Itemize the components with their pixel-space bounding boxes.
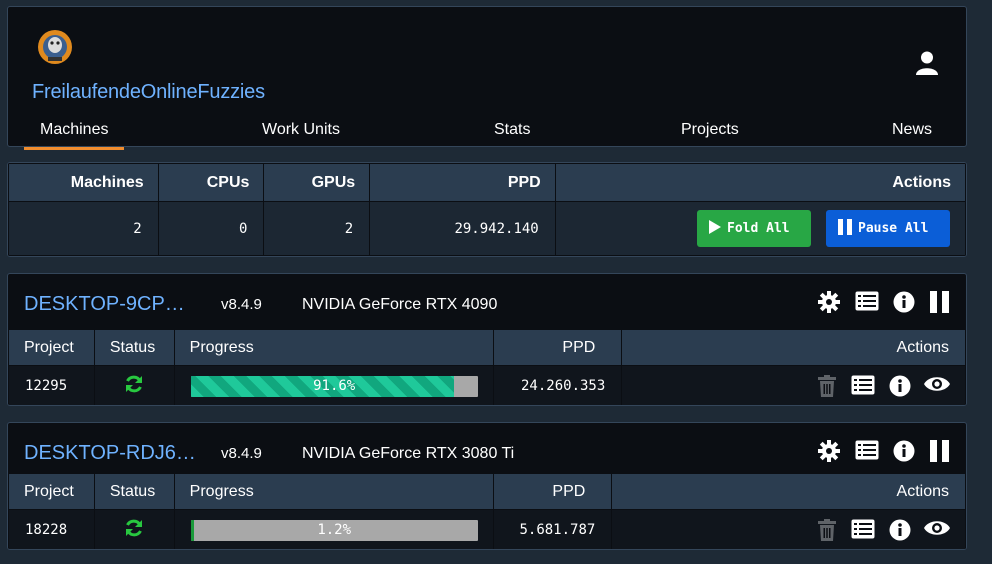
trash-icon[interactable] [818,519,838,541]
summary-panel: Machines CPUs GPUs PPD Actions 2 0 2 29.… [7,162,967,257]
work-unit-ppd: 5.681.787 [492,509,613,549]
machine-name[interactable]: DESKTOP-RDJ6… [24,442,196,465]
pause-icon[interactable] [930,291,952,313]
log-icon[interactable] [855,440,879,462]
progress-label: 1.2% [317,521,352,538]
table-row: 12295 91.6% 24.260.353 [8,365,966,405]
header-cpus: CPUs [157,163,265,202]
info-icon[interactable] [893,291,915,313]
tab-machines[interactable]: Machines [23,121,126,150]
info-icon[interactable] [889,519,911,541]
log-icon[interactable] [855,291,879,313]
gear-icon[interactable] [818,291,840,313]
team-name[interactable]: FreilaufendeOnlineFuzzies [32,81,265,104]
progress-cell: 91.6% [173,365,494,405]
trash-icon[interactable] [818,375,838,397]
total-ppd: 29.942.140 [369,201,556,256]
header-actions: Actions [611,473,966,510]
info-icon[interactable] [893,440,915,462]
tab-projects[interactable]: Projects [681,121,739,139]
refresh-icon [124,519,144,542]
pause-all-label: Pause All [858,221,929,236]
row-actions-cell [611,509,966,549]
header-actions: Actions [621,329,966,366]
pause-all-button[interactable]: Pause All [826,210,950,247]
status-cell [93,365,175,405]
tab-news[interactable]: News [892,121,932,139]
project-id[interactable]: 12295 [8,365,95,405]
machine-gpu: NVIDIA GeForce RTX 3080 Ti [302,445,515,462]
progress-bar: 1.2% [190,519,478,541]
header-status: Status [93,329,175,366]
header-ppd: PPD [369,163,556,202]
header-machines: Machines [8,163,159,202]
gear-icon[interactable] [818,440,840,462]
machines-count: 2 [8,201,159,256]
eye-icon[interactable] [924,519,951,541]
machine-version: v8.4.9 [221,445,262,462]
progress-bar: 91.6% [190,375,478,397]
machine-name[interactable]: DESKTOP-9CP… [24,293,185,316]
header-ppd: PPD [492,329,623,366]
pause-icon [838,218,852,239]
header-progress: Progress [173,473,494,510]
summary-table: Machines CPUs GPUs PPD Actions 2 0 2 29.… [8,163,966,256]
project-id[interactable]: 18228 [8,509,95,549]
work-unit-table: Project Status Progress PPD Actions 1229… [8,329,966,405]
user-icon[interactable] [916,51,940,77]
status-cell [93,509,175,549]
pause-icon[interactable] [930,440,952,462]
row-actions [638,374,965,398]
machine-panel: DESKTOP-9CP… v8.4.9 NVIDIA GeForce RTX 4… [7,273,967,406]
machine-panel: DESKTOP-RDJ6… v8.4.9 NVIDIA GeForce RTX … [7,422,967,550]
cpus-count: 0 [157,201,265,256]
header-project: Project [8,473,95,510]
team-logo[interactable] [35,27,75,67]
fold-all-button[interactable]: Fold All [697,210,811,247]
play-icon [709,219,721,238]
fold-all-label: Fold All [727,221,790,236]
row-actions [628,518,965,542]
eye-icon[interactable] [924,375,951,397]
refresh-icon [124,375,144,398]
header-actions: Actions [554,163,966,202]
main-nav: Machines Work Units Stats Projects News [8,117,966,150]
header-panel: FreilaufendeOnlineFuzzies Machines Work … [7,6,967,150]
tab-work-units[interactable]: Work Units [262,121,340,139]
progress-label: 91.6% [313,377,356,394]
log-icon[interactable] [851,519,875,541]
table-row: 18228 1.2% 5.681.787 [8,509,966,549]
gpus-count: 2 [263,201,371,256]
work-unit-table: Project Status Progress PPD Actions 1822… [8,473,966,549]
row-actions-cell [621,365,966,405]
tab-stats[interactable]: Stats [494,121,530,139]
info-icon[interactable] [889,375,911,397]
header-gpus: GPUs [263,163,371,202]
header-ppd: PPD [492,473,613,510]
header-progress: Progress [173,329,494,366]
machine-gpu: NVIDIA GeForce RTX 4090 [302,296,498,313]
machine-version: v8.4.9 [221,296,262,313]
progress-cell: 1.2% [173,509,494,549]
log-icon[interactable] [851,375,875,397]
header-project: Project [8,329,95,366]
header-status: Status [93,473,175,510]
work-unit-ppd: 24.260.353 [492,365,623,405]
